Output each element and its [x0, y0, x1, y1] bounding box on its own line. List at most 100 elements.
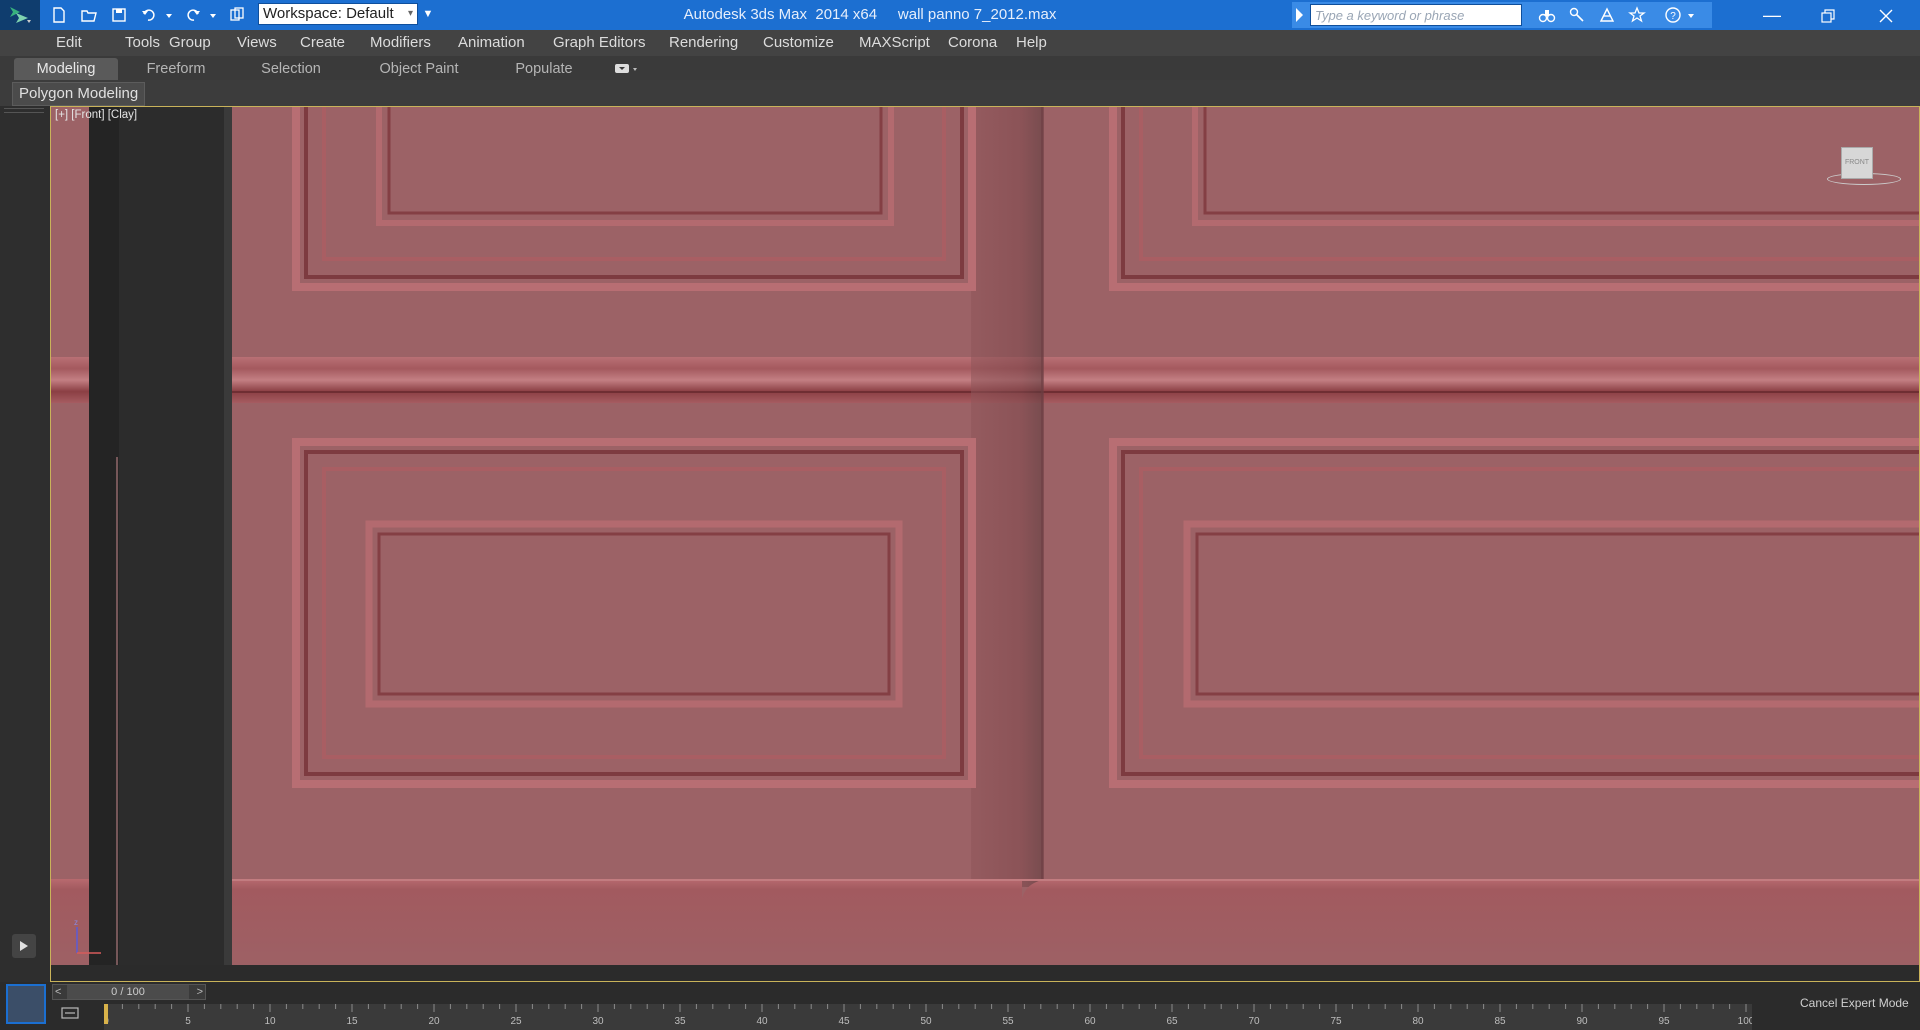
close-button[interactable]: [1858, 0, 1914, 30]
tab-modeling[interactable]: Modeling: [14, 58, 118, 80]
tick-label: 45: [838, 1016, 850, 1027]
divider: [4, 108, 44, 109]
viewport-bottom-gap: [51, 965, 1919, 981]
tick-label: 90: [1576, 1016, 1588, 1027]
chair-rail: [232, 357, 1919, 403]
pillar-edge: [1041, 107, 1044, 887]
save-file-icon[interactable]: [110, 6, 128, 24]
maxscript-listener-button[interactable]: [6, 984, 46, 1024]
infocenter: ?: [1292, 2, 1712, 28]
tick-label: 60: [1084, 1016, 1096, 1027]
subscription-key-icon[interactable]: [1568, 6, 1586, 24]
menu-maxscript[interactable]: MAXScript: [853, 30, 936, 56]
menu-views[interactable]: Views: [231, 30, 283, 56]
current-frame-marker[interactable]: [104, 1004, 108, 1024]
minimize-button[interactable]: —: [1744, 0, 1800, 30]
redo-dropdown-icon[interactable]: [208, 6, 218, 24]
track-bar-toggle-icon[interactable]: [60, 1004, 82, 1024]
timeline-area: < 0 / 100 > 0510152025303540455055606570…: [0, 982, 1920, 1030]
play-animation-button[interactable]: [12, 934, 36, 958]
menu-group[interactable]: Group: [163, 30, 217, 56]
tab-selection[interactable]: Selection: [242, 58, 340, 80]
tick-label: 75: [1330, 1016, 1342, 1027]
pillar-shadow: [971, 107, 1043, 887]
tick-label: 70: [1248, 1016, 1260, 1027]
tick-label: 80: [1412, 1016, 1424, 1027]
search-input[interactable]: [1310, 4, 1522, 26]
new-file-icon[interactable]: [50, 6, 68, 24]
minimize-icon: —: [1763, 5, 1781, 25]
tick-label: 100: [1738, 1016, 1752, 1027]
tab-populate[interactable]: Populate: [500, 58, 588, 80]
tick-label: 15: [346, 1016, 358, 1027]
binoculars-icon[interactable]: [1538, 6, 1556, 24]
workspace-dropdown[interactable]: Workspace: Default ▾: [258, 3, 418, 25]
tab-object-paint[interactable]: Object Paint: [366, 58, 472, 80]
tab-freeform[interactable]: Freeform: [128, 58, 224, 80]
search-expand-icon[interactable]: [1296, 8, 1303, 22]
dark-column-shade: [89, 107, 119, 981]
tick-labels: 0510152025303540455055606570758085909510…: [104, 1016, 1752, 1027]
time-slider-thumb[interactable]: 0 / 100: [67, 985, 189, 999]
tick-label: 20: [428, 1016, 440, 1027]
tick-label: 65: [1166, 1016, 1178, 1027]
open-file-icon[interactable]: [80, 6, 98, 24]
undo-icon[interactable]: [140, 6, 158, 24]
restore-icon: [1821, 9, 1835, 23]
time-slider[interactable]: < 0 / 100 >: [52, 984, 206, 1000]
polygon-modeling-panel-button[interactable]: Polygon Modeling: [12, 82, 146, 106]
cancel-expert-mode-button[interactable]: Cancel Expert Mode: [1800, 996, 1909, 1010]
menu-tools[interactable]: Tools: [119, 30, 166, 56]
tick-label: 5: [185, 1016, 191, 1027]
view-cube[interactable]: FRONT: [1841, 147, 1873, 179]
menu-edit[interactable]: Edit: [50, 30, 88, 56]
tick-label: 35: [674, 1016, 686, 1027]
favorites-star-icon[interactable]: [1628, 6, 1646, 24]
chevron-down-icon: ▾: [407, 8, 413, 19]
menu-help[interactable]: Help: [1010, 30, 1053, 56]
ribbon-options-button[interactable]: [608, 58, 644, 80]
communication-center-icon[interactable]: [1598, 6, 1616, 24]
undo-dropdown-icon[interactable]: [164, 6, 174, 24]
restore-button[interactable]: [1800, 0, 1856, 30]
help-icon[interactable]: ?: [1664, 6, 1682, 24]
front-viewport[interactable]: [+] [Front] [Clay] FRONT z: [50, 106, 1920, 982]
tick-label: 50: [920, 1016, 932, 1027]
tick-label: 95: [1658, 1016, 1670, 1027]
tick-label: 55: [1002, 1016, 1014, 1027]
tick-label: 85: [1494, 1016, 1506, 1027]
menu-animation[interactable]: Animation: [452, 30, 531, 56]
tick-label: 25: [510, 1016, 522, 1027]
redo-icon[interactable]: [184, 6, 202, 24]
workspace-menu-button[interactable]: ▼: [420, 3, 436, 25]
time-slider-next-button[interactable]: >: [197, 985, 203, 999]
menu-graph-editors[interactable]: Graph Editors: [547, 30, 652, 56]
window-title: Autodesk 3ds Max 2014 x64 wall panno 7_2…: [683, 6, 1057, 23]
svg-text:?: ?: [1670, 11, 1676, 22]
time-slider-prev-button[interactable]: <: [55, 985, 61, 999]
viewport-scene: [51, 107, 1919, 981]
max-logo-icon: [10, 7, 31, 23]
workspace-value: Workspace: Default: [263, 5, 394, 22]
tick-label: 30: [592, 1016, 604, 1027]
menu-create[interactable]: Create: [294, 30, 351, 56]
app-menu-button[interactable]: [0, 0, 40, 30]
play-icon: [20, 941, 28, 951]
menu-rendering[interactable]: Rendering: [663, 30, 744, 56]
menu-bar: Edit Tools Group Views Create Modifiers …: [0, 30, 1920, 56]
viewport-label[interactable]: [+] [Front] [Clay]: [55, 109, 137, 121]
ribbon-options-icon: [615, 64, 637, 74]
track-bar[interactable]: 0510152025303540455055606570758085909510…: [104, 1004, 1752, 1030]
dark-column-strip: [224, 107, 232, 981]
axis-tripod-icon: z: [74, 919, 101, 954]
menu-corona[interactable]: Corona: [942, 30, 1003, 56]
title-bar: Workspace: Default ▾ ▼ Autodesk 3ds Max …: [0, 0, 1920, 30]
help-dropdown-icon[interactable]: [1686, 6, 1696, 24]
divider: [4, 112, 44, 113]
project-folder-icon[interactable]: [228, 6, 246, 24]
tick-marks: [105, 1004, 1747, 1012]
left-side-strip: [0, 106, 50, 982]
menu-customize[interactable]: Customize: [757, 30, 840, 56]
menu-modifiers[interactable]: Modifiers: [364, 30, 437, 56]
tick-label: 40: [756, 1016, 768, 1027]
